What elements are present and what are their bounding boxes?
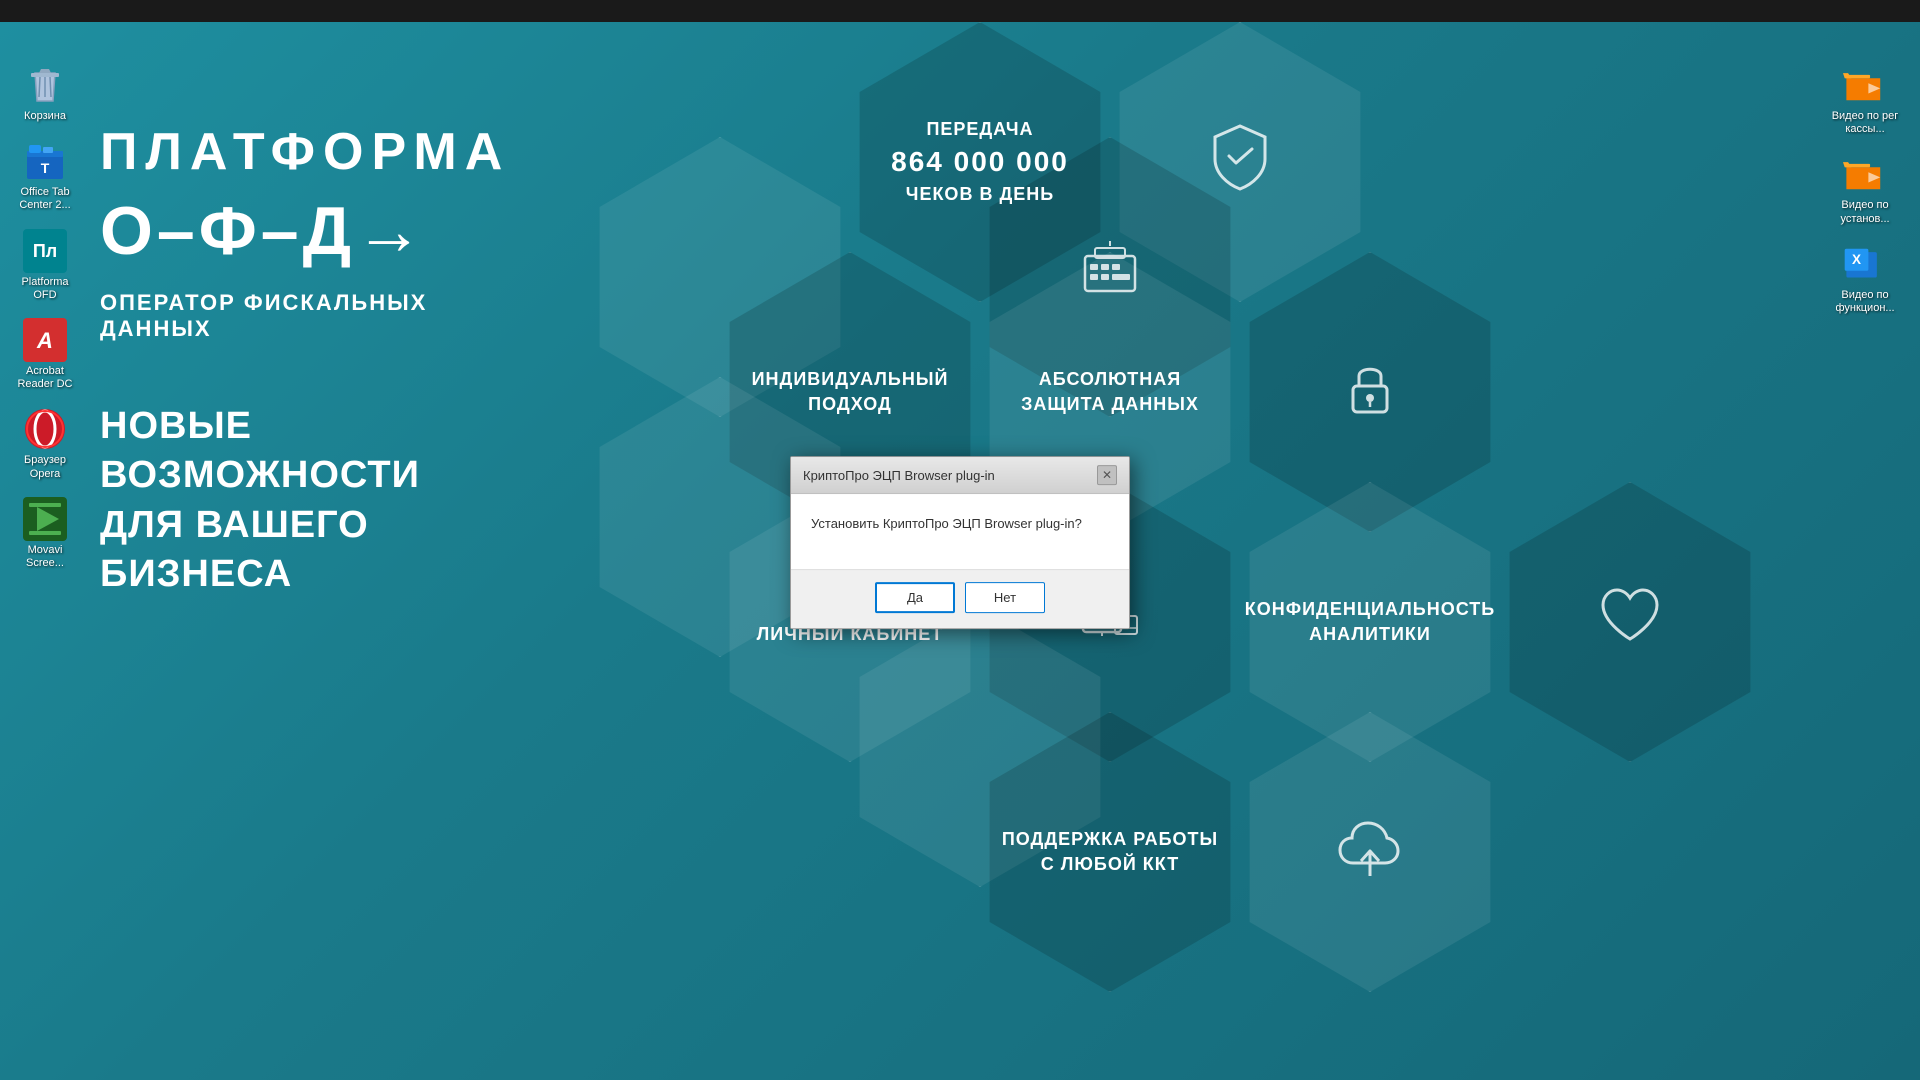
modal-titlebar: КриптоПро ЭЦП Browser plug-in ✕ bbox=[791, 457, 1129, 494]
modal-yes-button[interactable]: Да bbox=[875, 582, 955, 613]
modal-overlay: КриптоПро ЭЦП Browser plug-in ✕ Установи… bbox=[0, 22, 1920, 1080]
modal-body: Установить КриптоПро ЭЦП Browser plug-in… bbox=[791, 494, 1129, 569]
modal-dialog: КриптоПро ЭЦП Browser plug-in ✕ Установи… bbox=[790, 456, 1130, 629]
top-bar bbox=[0, 0, 1920, 22]
modal-close-button[interactable]: ✕ bbox=[1097, 465, 1117, 485]
modal-title: КриптоПро ЭЦП Browser plug-in bbox=[803, 468, 995, 483]
desktop: ПЛАТФОРМА О–Ф–Д→ ОПЕРАТОР ФИСКАЛЬНЫХ ДАН… bbox=[0, 22, 1920, 1080]
modal-message: Установить КриптоПро ЭЦП Browser plug-in… bbox=[811, 514, 1109, 534]
modal-buttons: Да Нет bbox=[791, 569, 1129, 628]
modal-no-button[interactable]: Нет bbox=[965, 582, 1045, 613]
